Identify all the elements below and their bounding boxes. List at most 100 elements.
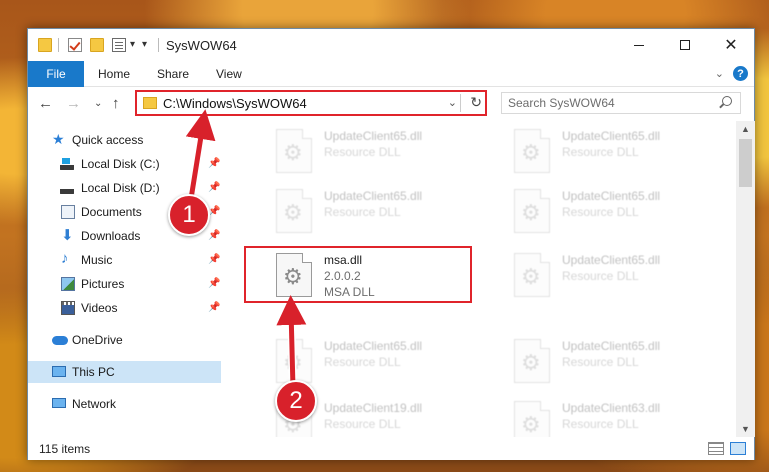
gear-icon: ⚙ <box>283 350 303 375</box>
pin-icon[interactable]: 📌 <box>208 278 220 289</box>
sidebar-item-label: OneDrive <box>72 333 123 347</box>
status-bar: 115 items <box>28 437 754 460</box>
music-icon: ♪ <box>61 250 69 267</box>
ribbon: File Home Share View ⌄ ? <box>28 61 754 87</box>
new-folder-icon[interactable] <box>90 38 104 52</box>
close-icon: ✕ <box>724 37 738 54</box>
quick-access-toolbar-dropdown[interactable]: ▾ <box>142 39 147 50</box>
file-type: Resource DLL <box>562 417 639 431</box>
search-box[interactable] <box>501 92 741 114</box>
address-bar[interactable]: C:\Windows\SysWOW64 ⌄ ↻ <box>135 90 487 116</box>
local-disk-c-icon <box>60 157 74 171</box>
file-explorer-window: ▾ ▾ SysWOW64 ✕ File Home Share View ⌄ ? … <box>27 28 755 460</box>
tab-file[interactable]: File <box>28 61 84 87</box>
this-pc-icon <box>52 366 66 377</box>
gear-icon: ⚙ <box>521 264 541 289</box>
network-icon <box>52 398 66 408</box>
pin-icon[interactable]: 📌 <box>208 158 220 169</box>
file-item[interactable]: ⚙ UpdateClient65.dll Resource DLL <box>508 335 728 391</box>
close-button[interactable]: ✕ <box>708 29 754 61</box>
tab-share[interactable]: Share <box>157 67 189 81</box>
file-name: UpdateClient65.dll <box>562 253 661 267</box>
forward-arrow-icon[interactable]: → <box>66 95 81 112</box>
file-type: Resource DLL <box>324 145 401 159</box>
pin-icon[interactable]: 📌 <box>208 254 220 265</box>
search-input[interactable] <box>508 95 708 111</box>
file-name: UpdateClient65.dll <box>324 339 423 353</box>
sidebar-item-quick-access[interactable]: ★ Quick access <box>28 129 221 151</box>
recent-locations-chevron-icon[interactable]: ⌄ <box>94 98 102 109</box>
customize-list-icon[interactable] <box>112 38 126 52</box>
minimize-icon <box>634 44 644 46</box>
vertical-scrollbar[interactable]: ▲ ▼ <box>736 121 755 437</box>
chevron-down-icon[interactable]: ▾ <box>130 39 135 50</box>
tab-home[interactable]: Home <box>98 67 130 81</box>
file-type: Resource DLL <box>562 145 639 159</box>
sidebar-item-label: Pictures <box>81 277 125 291</box>
address-path[interactable]: C:\Windows\SysWOW64 <box>163 96 307 111</box>
properties-check-icon[interactable] <box>68 38 82 52</box>
sidebar-item-pictures[interactable]: Pictures 📌 <box>28 273 221 295</box>
file-item[interactable]: ⚙ UpdateClient65.dll Resource DLL <box>270 125 490 181</box>
title-bar: ▾ ▾ SysWOW64 ✕ <box>28 29 754 61</box>
file-item[interactable]: ⚙ UpdateClient65.dll Resource DLL <box>508 249 728 305</box>
folder-icon[interactable] <box>38 38 52 52</box>
search-icon[interactable] <box>722 96 732 106</box>
step-1-badge: 1 <box>168 194 210 236</box>
dll-file-icon: ⚙ <box>276 189 312 233</box>
dll-file-icon: ⚙ <box>514 253 550 297</box>
minimize-button[interactable] <box>616 29 662 61</box>
sidebar-item-network[interactable]: Network <box>28 393 221 415</box>
file-name: UpdateClient65.dll <box>562 339 661 353</box>
large-icons-view-icon[interactable] <box>730 442 746 455</box>
file-type: Resource DLL <box>324 355 401 369</box>
file-item[interactable]: ⚙ UpdateClient63.dll Resource DLL <box>508 397 728 437</box>
toolbar-separator <box>158 38 159 52</box>
back-arrow-icon[interactable]: ← <box>38 95 53 112</box>
dll-file-icon: ⚙ <box>514 339 550 383</box>
expand-ribbon-chevron-icon[interactable]: ⌄ <box>715 67 724 80</box>
videos-icon <box>61 301 75 315</box>
file-type: Resource DLL <box>324 205 401 219</box>
sidebar-item-this-pc[interactable]: This PC <box>28 361 221 383</box>
scroll-up-arrow-icon[interactable]: ▲ <box>741 124 750 134</box>
sidebar-item-onedrive[interactable]: OneDrive <box>28 329 221 351</box>
file-type: Resource DLL <box>324 417 401 431</box>
scroll-down-arrow-icon[interactable]: ▼ <box>741 424 750 434</box>
sidebar-item-videos[interactable]: Videos 📌 <box>28 297 221 319</box>
refresh-icon[interactable]: ↻ <box>470 94 482 111</box>
pin-icon[interactable]: 📌 <box>208 230 220 241</box>
pin-icon[interactable]: 📌 <box>208 182 220 193</box>
sidebar-item-local-disk-c[interactable]: Local Disk (C:) 📌 <box>28 153 221 175</box>
file-type: Resource DLL <box>562 355 639 369</box>
help-icon[interactable]: ? <box>733 66 748 81</box>
sidebar-item-music[interactable]: ♪ Music 📌 <box>28 249 221 271</box>
dll-file-icon: ⚙ <box>514 189 550 233</box>
file-item[interactable]: ⚙ UpdateClient65.dll Resource DLL <box>508 125 728 181</box>
gear-icon: ⚙ <box>521 350 541 375</box>
pin-icon[interactable]: 📌 <box>208 302 220 313</box>
local-disk-d-icon <box>60 181 74 195</box>
navigation-bar: ← → ⌄ ↑ C:\Windows\SysWOW64 ⌄ ↻ <box>28 88 754 120</box>
gear-icon: ⚙ <box>521 412 541 437</box>
sidebar-item-label: This PC <box>72 365 115 379</box>
tab-view[interactable]: View <box>216 67 242 81</box>
scrollbar-thumb[interactable] <box>739 139 752 187</box>
file-item[interactable]: ⚙ UpdateClient65.dll Resource DLL <box>508 185 728 241</box>
dll-file-icon: ⚙ <box>514 401 550 437</box>
file-item[interactable]: ⚙ UpdateClient65.dll Resource DLL <box>270 185 490 241</box>
toolbar-separator <box>58 38 59 52</box>
details-view-icon[interactable] <box>708 442 724 455</box>
maximize-button[interactable] <box>662 29 708 61</box>
up-arrow-icon[interactable]: ↑ <box>112 95 120 112</box>
address-separator <box>460 94 461 112</box>
folder-icon <box>143 97 157 109</box>
address-history-chevron-icon[interactable]: ⌄ <box>448 96 457 109</box>
sidebar-item-label: Quick access <box>72 133 144 147</box>
sidebar-item-label: Downloads <box>81 229 141 243</box>
navigation-pane: ★ Quick access Local Disk (C:) 📌 Local D… <box>28 121 221 437</box>
sidebar-item-label: Videos <box>81 301 118 315</box>
file-highlight-box <box>244 246 472 303</box>
sidebar-item-label: Documents <box>81 205 142 219</box>
file-name: UpdateClient65.dll <box>562 189 661 203</box>
